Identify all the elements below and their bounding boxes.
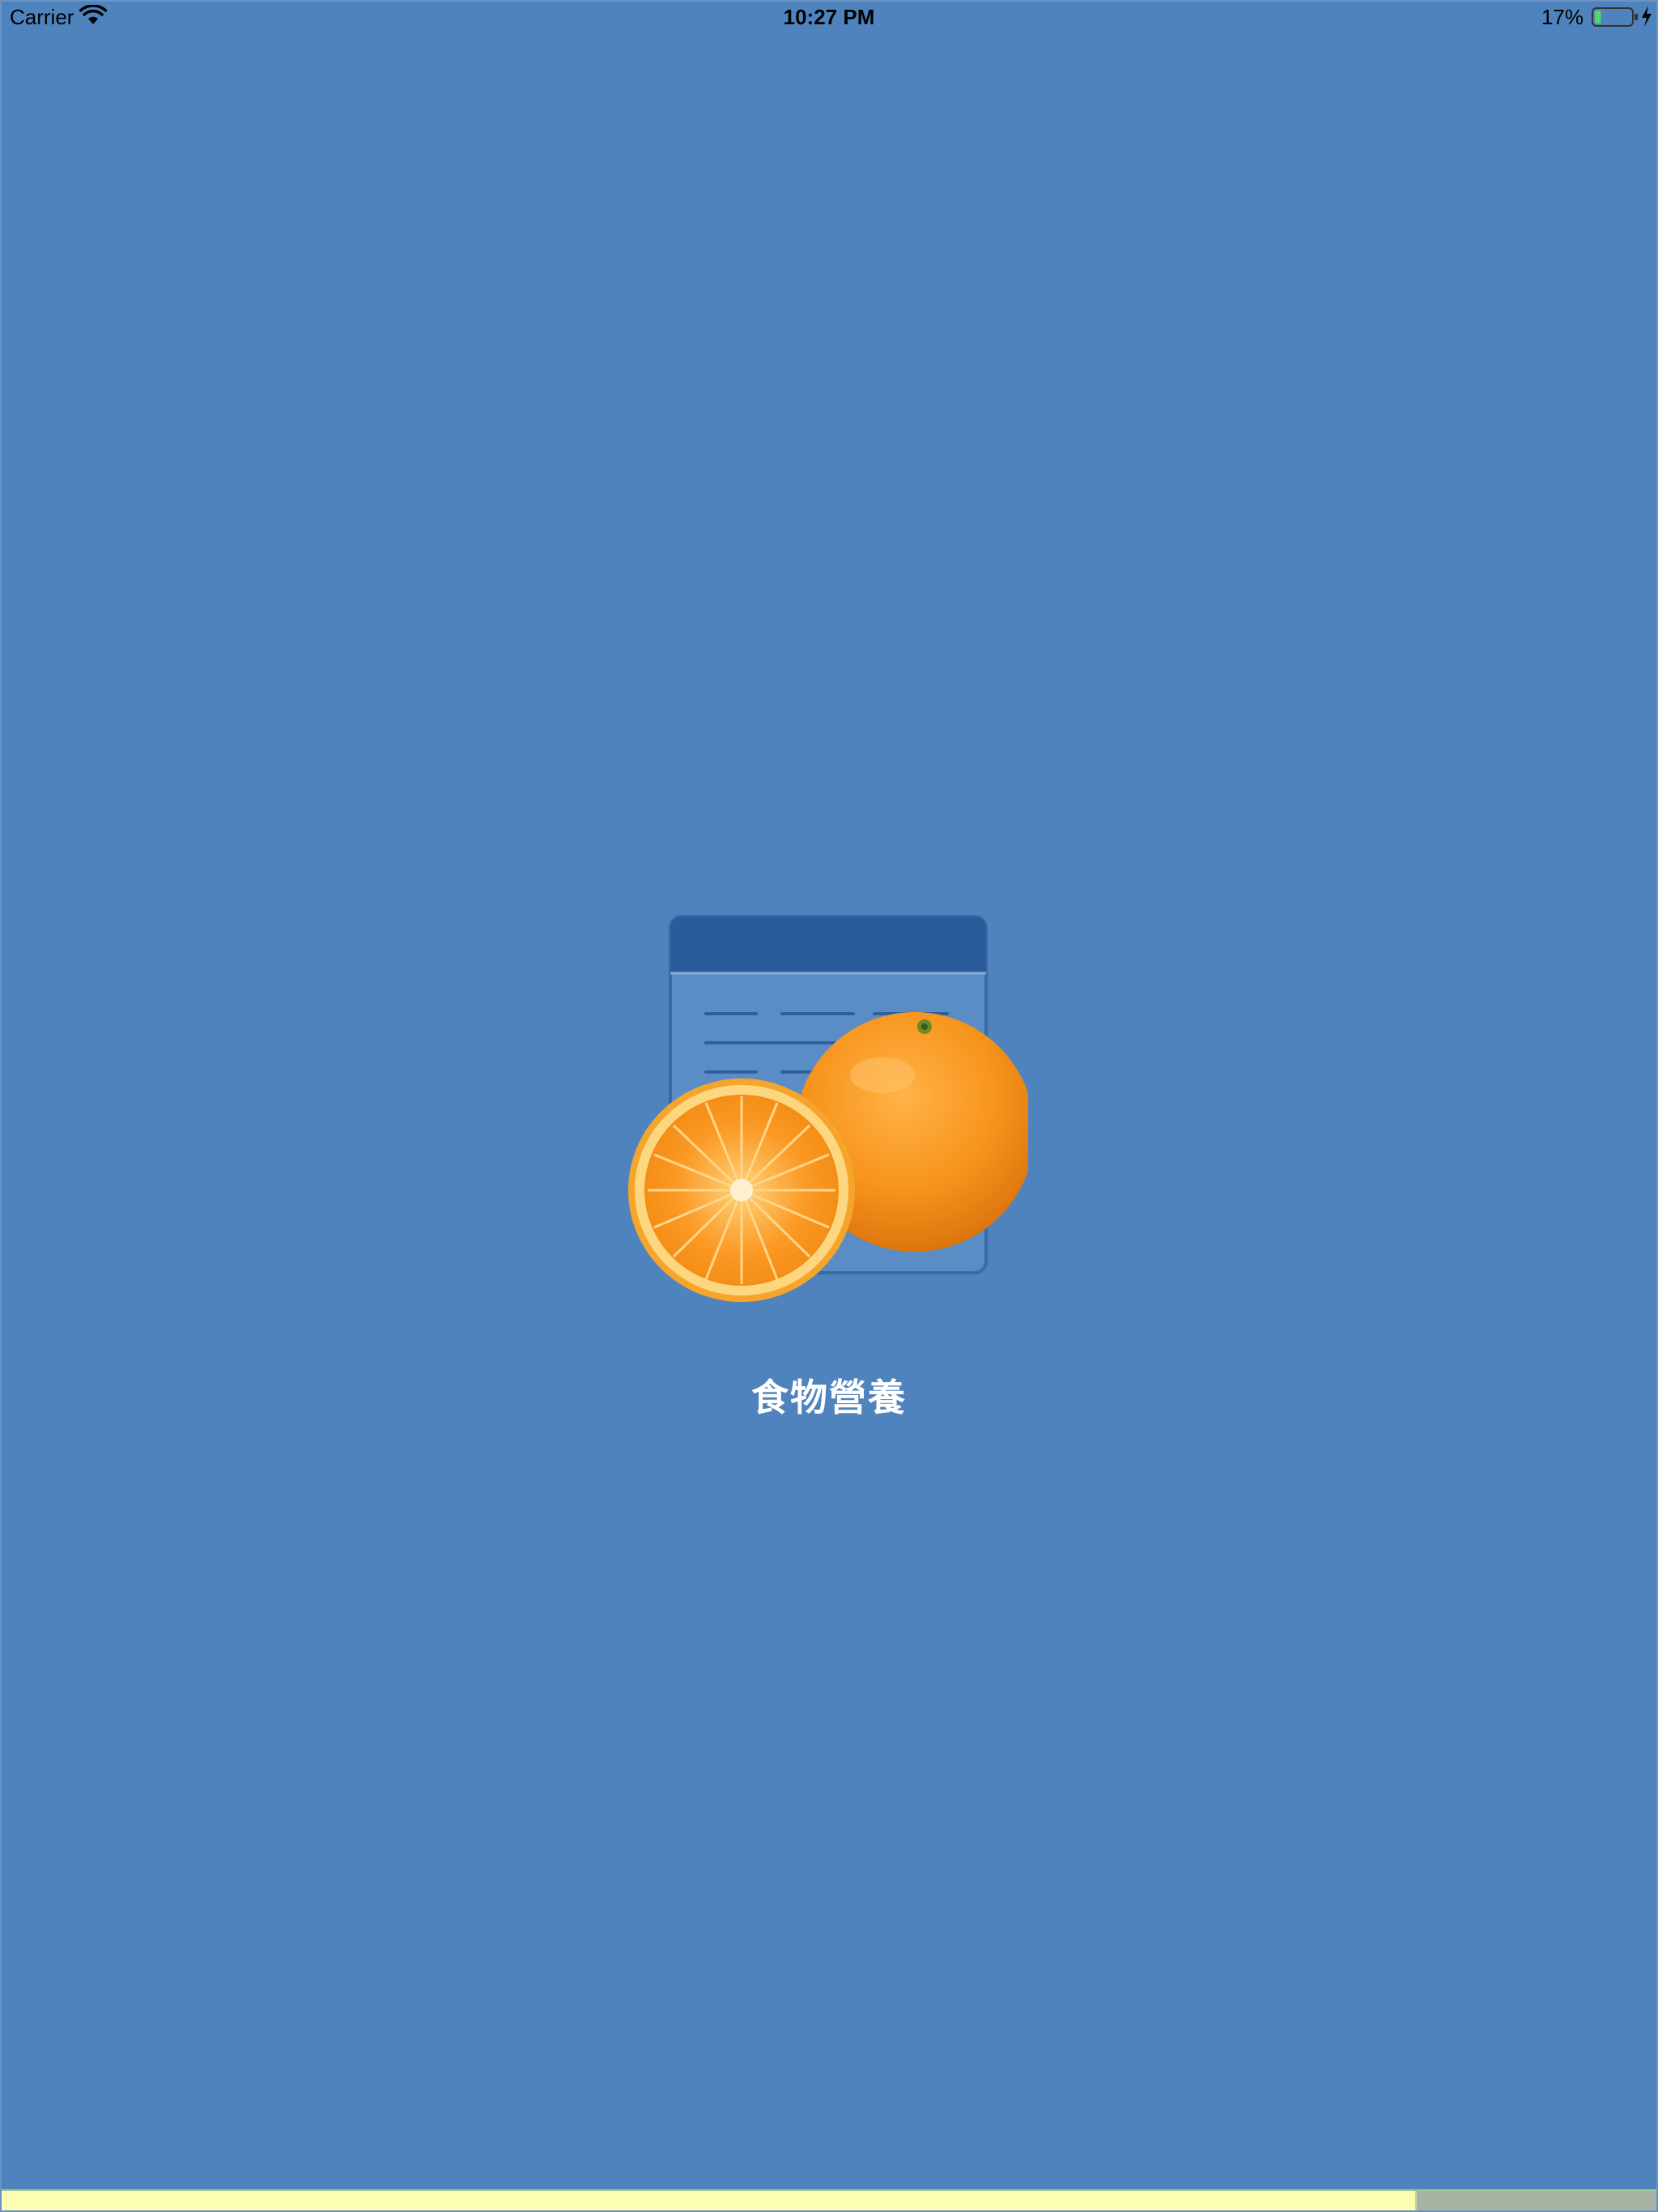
half-orange-icon bbox=[628, 1078, 855, 1302]
status-bar: Carrier 10:27 PM 17% bbox=[0, 0, 1658, 32]
battery-level-fill bbox=[1595, 11, 1601, 23]
charging-bolt-icon bbox=[1642, 6, 1652, 27]
loading-progress-fill bbox=[2, 2191, 1417, 2210]
app-logo bbox=[628, 915, 1028, 1302]
status-time: 10:27 PM bbox=[783, 5, 875, 29]
battery-percent: 17% bbox=[1541, 5, 1584, 29]
battery-icon bbox=[1592, 7, 1638, 27]
loading-progress-bar bbox=[2, 2189, 1656, 2210]
app-title: 食物營養 bbox=[751, 1376, 907, 1419]
